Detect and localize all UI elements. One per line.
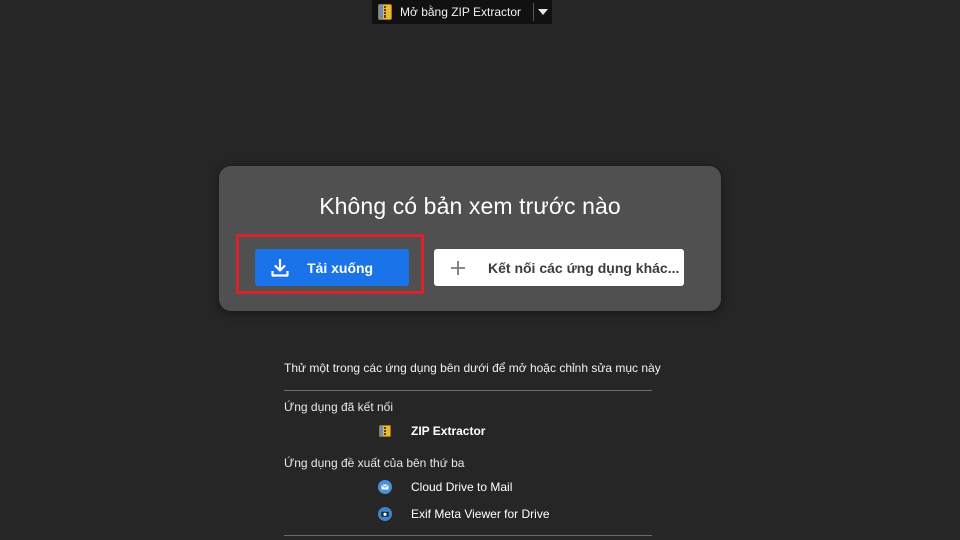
camera-icon — [378, 507, 392, 521]
app-item-cloud-drive-to-mail[interactable]: Cloud Drive to Mail — [378, 477, 652, 497]
no-preview-title: Không có bản xem trước nào — [319, 193, 621, 219]
third-party-apps-heading: Ứng dụng đề xuất của bên thứ ba — [284, 456, 465, 470]
app-name: ZIP Extractor — [411, 424, 486, 438]
open-with-button[interactable]: Mở bằng ZIP Extractor — [372, 0, 527, 24]
app-item-exif-meta-viewer[interactable]: Exif Meta Viewer for Drive — [378, 504, 652, 524]
app-name: Exif Meta Viewer for Drive — [411, 507, 550, 521]
connected-apps-heading: Ứng dụng đã kết nối — [284, 400, 393, 414]
open-with-label: Mở bằng ZIP Extractor — [400, 5, 522, 19]
open-with-bar: Mở bằng ZIP Extractor — [372, 0, 552, 24]
mail-icon — [378, 480, 392, 494]
open-with-dropdown-button[interactable] — [534, 0, 552, 24]
connect-apps-button[interactable]: Kết nối các ứng dụng khác... — [434, 249, 684, 286]
zip-extractor-icon — [378, 4, 392, 20]
plus-icon — [451, 260, 465, 275]
divider — [284, 535, 652, 536]
divider — [284, 390, 652, 391]
download-label: Tải xuống — [307, 259, 374, 276]
download-button[interactable]: Tải xuống — [255, 249, 409, 286]
no-preview-card: Không có bản xem trước nào Tải xuống Kết… — [219, 166, 721, 311]
caret-down-icon — [537, 9, 548, 15]
drive-preview-page: Mở bằng ZIP Extractor Không có bản xem t… — [0, 0, 960, 540]
download-icon — [271, 258, 289, 277]
connect-apps-label: Kết nối các ứng dụng khác... — [488, 259, 680, 276]
suggestions-intro: Thử một trong các ứng dụng bên dưới để m… — [284, 361, 661, 375]
app-suggestions: Thử một trong các ứng dụng bên dưới để m… — [284, 360, 661, 524]
app-item-zip-extractor[interactable]: ZIP Extractor — [378, 421, 652, 441]
zip-extractor-icon — [378, 424, 392, 438]
app-name: Cloud Drive to Mail — [411, 480, 513, 494]
